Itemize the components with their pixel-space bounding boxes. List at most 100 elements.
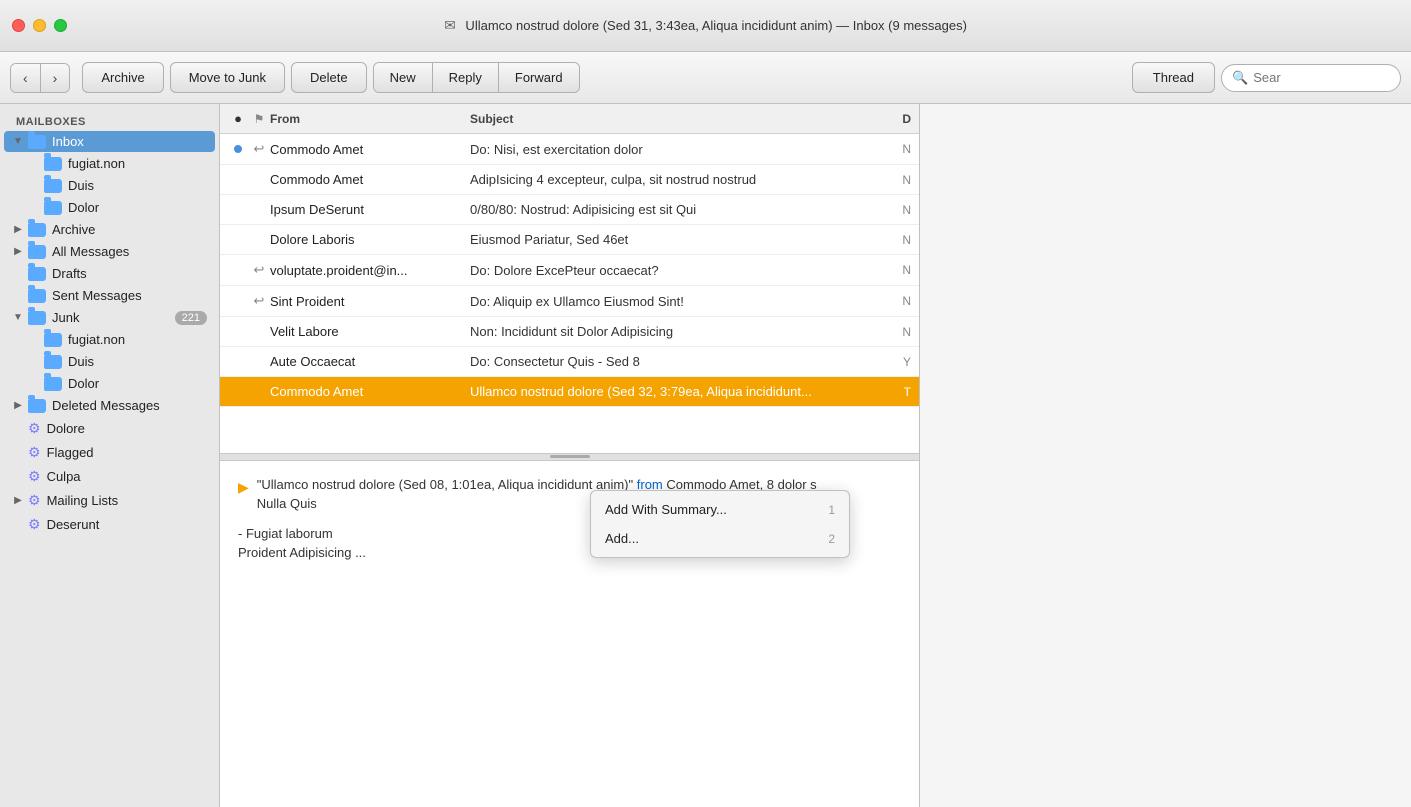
sidebar-item-all-messages[interactable]: ▶ All Messages — [4, 241, 215, 262]
message-row[interactable]: Ipsum DeSerunt0/80/80: Nostrud: Adipisic… — [220, 195, 919, 225]
folder-icon — [28, 311, 46, 325]
message-row[interactable]: Dolore LaborisEiusmod Pariatur, Sed 46et… — [220, 225, 919, 255]
sidebar-item-label: Sent Messages — [52, 288, 207, 303]
message-subject: Eiusmod Pariatur, Sed 46et — [470, 232, 851, 247]
sidebar-item-archive[interactable]: ▶Archive — [4, 219, 215, 240]
message-subject: Do: Nisi, est exercitation dolor — [470, 142, 851, 157]
smart-mailbox-icon: ⚙ — [28, 516, 41, 533]
message-from: Ipsum DeSerunt — [270, 202, 470, 217]
search-box[interactable]: 🔍 — [1221, 64, 1401, 92]
chevron-icon: ▶ — [12, 246, 24, 257]
message-row[interactable]: Commodo AmetAdipIsicing 4 excepteur, cul… — [220, 165, 919, 195]
message-flag: ↩ — [248, 141, 270, 157]
message-flag: ↩ — [248, 262, 270, 278]
sidebar-item-culpa[interactable]: ⚙ Culpa — [4, 465, 215, 488]
message-list-pane: ● ⚑ From Subject D ↩Commodo AmetDo: Nisi… — [220, 104, 920, 807]
message-date: N — [851, 263, 911, 277]
sidebar-item-label: Culpa — [47, 469, 207, 484]
sidebar-item-label: All Messages — [52, 244, 207, 259]
thread-button[interactable]: Thread — [1132, 62, 1215, 93]
sidebar-item-label: Dolore — [47, 421, 207, 436]
message-from: Commodo Amet — [270, 172, 470, 187]
message-date: T — [851, 385, 911, 399]
message-flag: ↩ — [248, 293, 270, 309]
sidebar-item-junk[interactable]: ▼ Junk 221 — [4, 307, 215, 328]
sidebar-item-fugiat-non-inbox[interactable]: fugiat.non — [4, 153, 215, 174]
archive-button[interactable]: Archive — [82, 62, 163, 93]
chevron-icon: ▼ — [12, 312, 24, 323]
sidebar-item-label: Junk — [52, 310, 171, 325]
sidebar-item-sent-messages[interactable]: Sent Messages — [4, 285, 215, 306]
sidebar-badge: 221 — [175, 311, 207, 325]
message-from: Commodo Amet — [270, 384, 470, 399]
delete-button[interactable]: Delete — [291, 62, 367, 93]
context-menu-item-add[interactable]: Add... 2 — [591, 524, 849, 553]
context-menu-item-label: Add... — [605, 531, 808, 546]
message-row[interactable]: Commodo AmetUllamco nostrud dolore (Sed … — [220, 377, 919, 407]
smart-mailbox-icon: ⚙ — [28, 468, 41, 485]
message-date: N — [851, 294, 911, 308]
message-subject: Ullamco nostrud dolore (Sed 32, 3:79ea, … — [470, 384, 851, 399]
chevron-icon: ▶ — [12, 400, 24, 411]
message-subject: Do: Consectetur Quis - Sed 8 — [470, 354, 851, 369]
sidebar-item-inbox[interactable]: ▼Inbox — [4, 131, 215, 152]
sidebar-item-dolor-junk[interactable]: Dolor — [4, 373, 215, 394]
message-date: N — [851, 142, 911, 156]
sidebar-item-duis-inbox[interactable]: Duis — [4, 175, 215, 196]
reply-arrow-icon: ↩ — [254, 141, 265, 157]
message-subject: AdipIsicing 4 excepteur, culpa, sit nost… — [470, 172, 851, 187]
reply-button[interactable]: Reply — [433, 63, 499, 92]
sidebar-item-dolore[interactable]: ⚙ Dolore — [4, 417, 215, 440]
sidebar-item-flagged[interactable]: ⚙Flagged — [4, 441, 215, 464]
message-list-header: ● ⚑ From Subject D — [220, 104, 919, 134]
context-menu: Add With Summary...1 Add... 2 — [590, 490, 850, 558]
chevron-icon: ▶ — [12, 224, 24, 235]
mailboxes-label: MAILBOXES — [0, 112, 219, 130]
message-date: N — [851, 233, 911, 247]
message-from: Commodo Amet — [270, 142, 470, 157]
folder-icon — [28, 289, 46, 303]
sidebar-item-label: Duis — [68, 354, 207, 369]
message-row[interactable]: ↩Sint ProidentDo: Aliquip ex Ullamco Eiu… — [220, 286, 919, 317]
sidebar-item-mailing-lists[interactable]: ▶⚙Mailing Lists — [4, 489, 215, 512]
message-from: Sint Proident — [270, 294, 470, 309]
folder-icon — [44, 179, 62, 193]
nav-buttons: ‹ › — [10, 63, 70, 93]
message-subject: Do: Dolore ExcePteur occaecat? — [470, 263, 851, 278]
sidebar-item-fugiat-non-junk[interactable]: fugiat.non — [4, 329, 215, 350]
maximize-button[interactable] — [54, 19, 67, 32]
folder-icon — [44, 201, 62, 215]
new-button[interactable]: New — [374, 63, 433, 92]
sidebar-item-drafts[interactable]: Drafts — [4, 263, 215, 284]
message-from: Velit Labore — [270, 324, 470, 339]
col-flag-header: ⚑ — [248, 112, 270, 126]
message-row[interactable]: ↩ Commodo AmetDo: Nisi, est exercitation … — [220, 134, 919, 165]
toolbar: ‹ › Archive Move to Junk Delete New Repl… — [0, 52, 1411, 104]
pane-divider[interactable] — [220, 453, 919, 461]
search-input[interactable] — [1253, 70, 1390, 85]
back-button[interactable]: ‹ — [11, 64, 41, 92]
sidebar-item-deleted-messages[interactable]: ▶Deleted Messages — [4, 395, 215, 416]
sidebar-item-dolor-inbox[interactable]: Dolor — [4, 197, 215, 218]
close-button[interactable] — [12, 19, 25, 32]
message-subject: Non: Incididunt sit Dolor Adipisicing — [470, 324, 851, 339]
message-row[interactable]: Aute OccaecatDo: Consectetur Quis - Sed … — [220, 347, 919, 377]
reply-arrow-icon: ↩ — [254, 293, 265, 309]
smart-mailbox-icon: ⚙ — [28, 420, 41, 437]
mail-icon: ✉ — [444, 17, 456, 33]
minimize-button[interactable] — [33, 19, 46, 32]
folder-icon — [44, 377, 62, 391]
forward-btn[interactable]: Forward — [499, 63, 579, 92]
folder-icon — [28, 399, 46, 413]
message-row[interactable]: ↩voluptate.proident@in...Do: Dolore Exce… — [220, 255, 919, 286]
sidebar-item-deserunt[interactable]: ⚙ Deserunt — [4, 513, 215, 536]
title-text: Ullamco nostrud dolore (Sed 31, 3:43ea, … — [465, 18, 967, 33]
sidebar-item-label: Deserunt — [47, 517, 207, 532]
sidebar-item-duis-junk[interactable]: Duis — [4, 351, 215, 372]
context-menu-item-add-with-summary[interactable]: Add With Summary...1 — [591, 495, 849, 524]
context-menu-shortcut: 2 — [828, 532, 835, 546]
forward-button[interactable]: › — [41, 64, 70, 92]
right-pane — [920, 104, 1411, 807]
move-to-junk-button[interactable]: Move to Junk — [170, 62, 285, 93]
message-row[interactable]: Velit LaboreNon: Incididunt sit Dolor Ad… — [220, 317, 919, 347]
